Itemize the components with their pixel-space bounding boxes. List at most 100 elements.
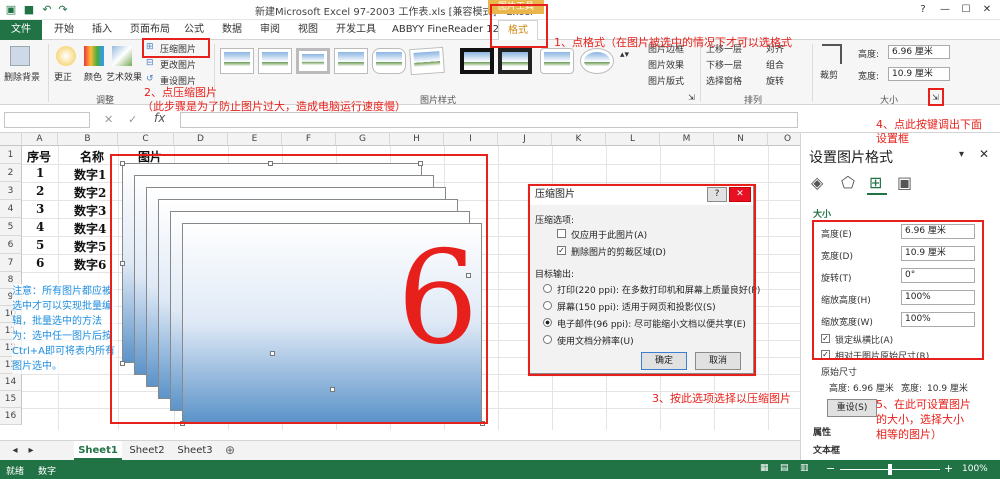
pane-options-icon[interactable]: ▾ [959, 149, 964, 160]
zoom-in-button[interactable]: + [944, 462, 953, 475]
cell-name[interactable]: 数字6 [74, 256, 106, 273]
cell-header-name[interactable]: 名称 [80, 148, 104, 165]
row-header[interactable]: 5 [0, 218, 22, 236]
height-spinner[interactable]: 6.96 厘米 [888, 45, 950, 59]
row-header[interactable]: 7 [0, 254, 22, 272]
column-header[interactable]: I [444, 133, 498, 146]
style-thumbnail[interactable] [220, 48, 254, 74]
change-picture-button[interactable]: 更改图片 [160, 58, 196, 71]
row-header[interactable]: 16 [0, 408, 22, 425]
row-header[interactable]: 3 [0, 182, 22, 200]
column-header[interactable]: O [768, 133, 800, 146]
style-thumbnail[interactable] [540, 48, 574, 74]
corrections-icon[interactable] [56, 46, 76, 66]
sheet-tab[interactable]: Sheet1 [74, 441, 122, 460]
rotate-button[interactable]: 旋转 [766, 74, 784, 87]
cell-name[interactable]: 数字4 [74, 220, 106, 237]
help-button[interactable]: ? [912, 2, 934, 17]
artistic-effects-label[interactable]: 艺术效果 [106, 70, 142, 83]
cell-header-index[interactable]: 序号 [27, 148, 51, 165]
cell-index[interactable]: 5 [36, 238, 44, 252]
zoom-slider-thumb[interactable] [888, 464, 892, 475]
tab-developer[interactable]: 开发工具 [336, 20, 376, 40]
style-thumbnail[interactable] [409, 46, 445, 76]
add-sheet-button[interactable]: ⊕ [222, 441, 238, 460]
cancel-icon[interactable]: ✕ [104, 113, 113, 126]
selection-pane-button[interactable]: 选择窗格 [706, 74, 742, 87]
row-header[interactable]: 15 [0, 391, 22, 408]
send-backward-button[interactable]: 下移一层 [706, 58, 742, 71]
cell-index[interactable]: 1 [36, 166, 44, 180]
gallery-scroll-icon[interactable]: ▴▾ [620, 50, 629, 60]
formula-input[interactable] [180, 112, 798, 128]
crop-button[interactable]: 裁剪 [820, 68, 838, 81]
save-icon[interactable]: ■ [22, 3, 36, 16]
color-icon[interactable] [84, 46, 104, 66]
cell-index[interactable]: 6 [36, 256, 44, 270]
column-header[interactable]: J [498, 133, 552, 146]
tab-file[interactable]: 文件 [0, 20, 42, 40]
next-sheet-icon[interactable]: ▸ [24, 441, 38, 460]
width-spinner[interactable]: 10.9 厘米 [888, 67, 950, 81]
row-header[interactable]: 2 [0, 164, 22, 182]
style-thumbnail[interactable] [296, 48, 330, 74]
artistic-effects-icon[interactable] [112, 46, 132, 66]
corrections-label[interactable]: 更正 [54, 70, 72, 83]
page-break-view-icon[interactable]: ▥ [800, 463, 809, 473]
confirm-icon[interactable]: ✓ [128, 113, 137, 126]
tab-abbyy[interactable]: ABBYY FineReader 12 [392, 20, 499, 40]
zoom-out-button[interactable]: − [826, 462, 835, 475]
tab-view[interactable]: 视图 [298, 20, 318, 40]
fill-line-icon[interactable]: ◈ [811, 173, 823, 192]
properties-section-header[interactable]: 属性 [813, 425, 831, 438]
column-header[interactable]: M [660, 133, 714, 146]
style-thumbnail[interactable] [580, 48, 614, 74]
minimize-button[interactable]: — [934, 2, 956, 17]
select-all-corner[interactable] [0, 133, 22, 146]
cell-name[interactable]: 数字5 [74, 238, 106, 255]
textbox-section-header[interactable]: 文本框 [813, 443, 840, 456]
page-layout-view-icon[interactable]: ▤ [780, 463, 789, 473]
column-header[interactable]: E [228, 133, 282, 146]
column-header[interactable]: H [390, 133, 444, 146]
sheet-tab[interactable]: Sheet3 [172, 441, 218, 460]
effects-icon[interactable]: ⬠ [841, 173, 855, 192]
styles-launcher-icon[interactable]: ⇲ [688, 93, 695, 102]
cell-index[interactable]: 4 [36, 220, 44, 234]
cell-name[interactable]: 数字1 [74, 166, 106, 183]
zoom-level[interactable]: 100% [962, 464, 988, 474]
row-header[interactable]: 6 [0, 236, 22, 254]
prev-sheet-icon[interactable]: ◂ [8, 441, 22, 460]
cell-index[interactable]: 3 [36, 202, 44, 216]
row-header[interactable]: 1 [0, 146, 22, 164]
close-button[interactable]: ✕ [976, 2, 998, 17]
cell-index[interactable]: 2 [36, 184, 44, 198]
style-thumbnail[interactable] [258, 48, 292, 74]
column-header[interactable]: A [22, 133, 58, 146]
style-thumbnail[interactable] [372, 48, 406, 74]
group-button[interactable]: 组合 [766, 58, 784, 71]
sheet-tab[interactable]: Sheet2 [124, 441, 170, 460]
tab-insert[interactable]: 插入 [92, 20, 112, 40]
size-section-header[interactable]: 大小 [813, 207, 831, 220]
color-label[interactable]: 颜色 [84, 70, 102, 83]
tab-page-layout[interactable]: 页面布局 [130, 20, 170, 40]
column-header[interactable]: K [552, 133, 606, 146]
cell-name[interactable]: 数字3 [74, 202, 106, 219]
pane-reset-button[interactable]: 重设(S) [827, 399, 877, 417]
remove-background-label[interactable]: 删除背景 [4, 70, 40, 83]
maximize-button[interactable]: ☐ [955, 2, 977, 17]
tab-review[interactable]: 审阅 [260, 20, 280, 40]
picture-layout-button[interactable]: 图片版式 [648, 74, 684, 87]
row-header[interactable]: 4 [0, 200, 22, 218]
column-header[interactable]: B [58, 133, 118, 146]
row-header[interactable]: 14 [0, 374, 22, 391]
tab-formulas[interactable]: 公式 [184, 20, 204, 40]
picture-effects-button[interactable]: 图片效果 [648, 58, 684, 71]
crop-icon[interactable] [822, 44, 842, 64]
tab-data[interactable]: 数据 [222, 20, 242, 40]
column-header[interactable]: C [118, 133, 174, 146]
picture-icon[interactable]: ▣ [897, 173, 912, 192]
cell-name[interactable]: 数字2 [74, 184, 106, 201]
style-thumbnail[interactable] [498, 48, 532, 74]
